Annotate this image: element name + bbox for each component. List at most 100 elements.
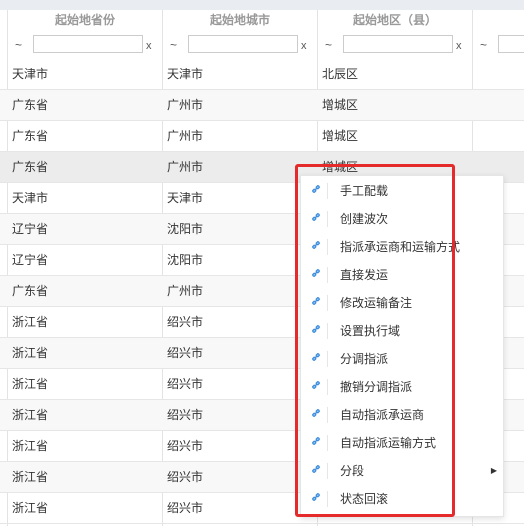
menu-item[interactable]: 撤销分调指派 xyxy=(301,373,503,401)
cell-city: 绍兴市 xyxy=(167,439,204,453)
cell-province: 浙江省 xyxy=(12,408,49,422)
cell-province: 辽宁省 xyxy=(12,222,49,236)
menu-separator xyxy=(327,463,328,479)
cell-province: 辽宁省 xyxy=(12,253,49,267)
cell-province: 天津市 xyxy=(12,67,49,81)
range-tilde: ~ xyxy=(15,38,23,52)
menu-item-label: 直接发运 xyxy=(340,268,389,282)
context-menu: 手工配载创建波次指派承运商和运输方式 直接发运修改运输备注设置执行域分调指派撤销分… xyxy=(300,175,504,517)
menu-item-label: 自动指派承运商 xyxy=(340,408,425,422)
menu-separator xyxy=(327,183,328,199)
menu-item-label: 状态回滚 xyxy=(340,492,389,506)
link-icon xyxy=(311,485,327,513)
header-origin-province[interactable]: 起始地省份 xyxy=(8,10,162,30)
link-icon xyxy=(311,261,327,289)
menu-item[interactable]: 状态回滚 xyxy=(301,485,503,513)
link-icon xyxy=(311,317,327,345)
link-icon xyxy=(311,429,327,457)
cell-city: 绍兴市 xyxy=(167,346,204,360)
link-icon xyxy=(311,289,327,317)
menu-item[interactable]: 自动指派承运商 xyxy=(301,401,503,429)
header-origin-city[interactable]: 起始地城市 xyxy=(163,10,317,30)
submenu-arrow-icon: ▶ xyxy=(490,466,497,475)
menu-item[interactable]: 手工配载 xyxy=(301,177,503,205)
table-row[interactable]: 广东省 广州市 增城区 xyxy=(0,90,524,121)
link-icon xyxy=(311,233,327,261)
cell-province: 广东省 xyxy=(12,160,49,174)
cell-district: 增城区 xyxy=(322,98,359,112)
menu-separator xyxy=(327,351,328,367)
menu-separator xyxy=(327,407,328,423)
cell-province: 广东省 xyxy=(12,98,49,112)
cell-province: 广东省 xyxy=(12,284,49,298)
range-tilde: ~ xyxy=(480,38,488,52)
cell-city: 广州市 xyxy=(167,98,204,112)
cell-district: 北辰区 xyxy=(322,67,359,81)
cell-city: 天津市 xyxy=(167,191,204,205)
table-row[interactable]: 广东省 广州市 增城区 xyxy=(0,121,524,152)
cell-province: 浙江省 xyxy=(12,470,49,484)
cell-province: 浙江省 xyxy=(12,501,49,515)
header-origin-district[interactable]: 起始地区（县） xyxy=(318,10,472,30)
link-icon xyxy=(311,457,327,485)
menu-item[interactable]: 直接发运 xyxy=(301,261,503,289)
cell-province: 广东省 xyxy=(12,129,49,143)
menu-separator xyxy=(327,211,328,227)
menu-item-label: 自动指派运输方式 xyxy=(340,436,437,450)
menu-item[interactable]: 分调指派 xyxy=(301,345,503,373)
menu-item-label: 修改运输备注 xyxy=(340,296,413,310)
link-icon xyxy=(311,345,327,373)
cell-city: 绍兴市 xyxy=(167,501,204,515)
cell-city: 广州市 xyxy=(167,160,204,174)
menu-item[interactable]: 修改运输备注 xyxy=(301,289,503,317)
menu-separator xyxy=(327,323,328,339)
menu-item-label: 分段 xyxy=(340,464,365,478)
city-filter-clear-icon[interactable]: x xyxy=(301,40,307,52)
next-filter-input[interactable] xyxy=(498,35,524,53)
province-filter-clear-icon[interactable]: x xyxy=(146,40,152,52)
menu-separator xyxy=(327,435,328,451)
menu-separator xyxy=(327,295,328,311)
district-filter-clear-icon[interactable]: x xyxy=(456,40,462,52)
range-tilde: ~ xyxy=(325,38,333,52)
menu-item-label: 指派承运商和运输方式 xyxy=(340,240,461,254)
cell-province: 浙江省 xyxy=(12,346,49,360)
cell-city: 沈阳市 xyxy=(167,253,204,267)
link-icon xyxy=(311,205,327,233)
menu-item[interactable]: 分段 ▶ xyxy=(301,457,503,485)
menu-item-label: 创建波次 xyxy=(340,212,389,226)
province-filter-input[interactable] xyxy=(33,35,143,53)
cell-city: 沈阳市 xyxy=(167,222,204,236)
cell-province: 浙江省 xyxy=(12,377,49,391)
link-icon xyxy=(311,373,327,401)
menu-item-label: 手工配载 xyxy=(340,184,389,198)
cell-city: 绍兴市 xyxy=(167,470,204,484)
cell-province: 浙江省 xyxy=(12,315,49,329)
menu-separator xyxy=(327,267,328,283)
menu-item[interactable]: 设置执行域 xyxy=(301,317,503,345)
menu-item[interactable]: 自动指派运输方式 xyxy=(301,429,503,457)
cell-city: 广州市 xyxy=(167,129,204,143)
cell-city: 广州市 xyxy=(167,284,204,298)
district-filter-input[interactable] xyxy=(343,35,453,53)
toolbar-strip xyxy=(0,0,524,10)
link-icon xyxy=(311,177,327,205)
menu-item[interactable]: 指派承运商和运输方式 xyxy=(301,233,503,261)
menu-separator xyxy=(327,239,328,255)
cell-province: 天津市 xyxy=(12,191,49,205)
cell-city: 绍兴市 xyxy=(167,408,204,422)
menu-separator xyxy=(327,379,328,395)
cell-district: 增城区 xyxy=(322,129,359,143)
city-filter-input[interactable] xyxy=(188,35,298,53)
cell-province: 浙江省 xyxy=(12,439,49,453)
link-icon xyxy=(311,401,327,429)
cell-city: 绍兴市 xyxy=(167,377,204,391)
cell-city: 绍兴市 xyxy=(167,315,204,329)
menu-item[interactable]: 创建波次 xyxy=(301,205,503,233)
menu-item-label: 撤销分调指派 xyxy=(340,380,413,394)
menu-item-label: 分调指派 xyxy=(340,352,389,366)
menu-separator xyxy=(327,491,328,507)
range-tilde: ~ xyxy=(170,38,178,52)
cell-city: 天津市 xyxy=(167,67,204,81)
table-row[interactable]: 天津市 天津市 北辰区 xyxy=(0,59,524,90)
